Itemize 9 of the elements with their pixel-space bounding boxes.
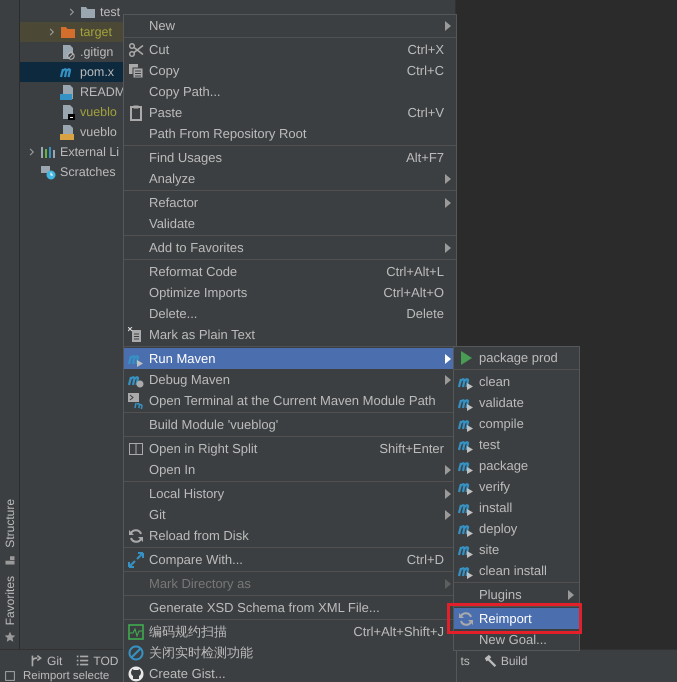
file-name: External Li: [60, 144, 120, 161]
file-name: pom.x: [80, 64, 114, 81]
file-name: .gitign: [80, 44, 114, 61]
file-name: vueblo: [80, 124, 117, 141]
file-name: target: [80, 24, 112, 41]
status-text: Reimport selecte: [23, 671, 110, 682]
file-name: vueblo: [80, 104, 117, 121]
file-name: Scratches: [60, 164, 116, 181]
file-name: test: [100, 4, 120, 21]
